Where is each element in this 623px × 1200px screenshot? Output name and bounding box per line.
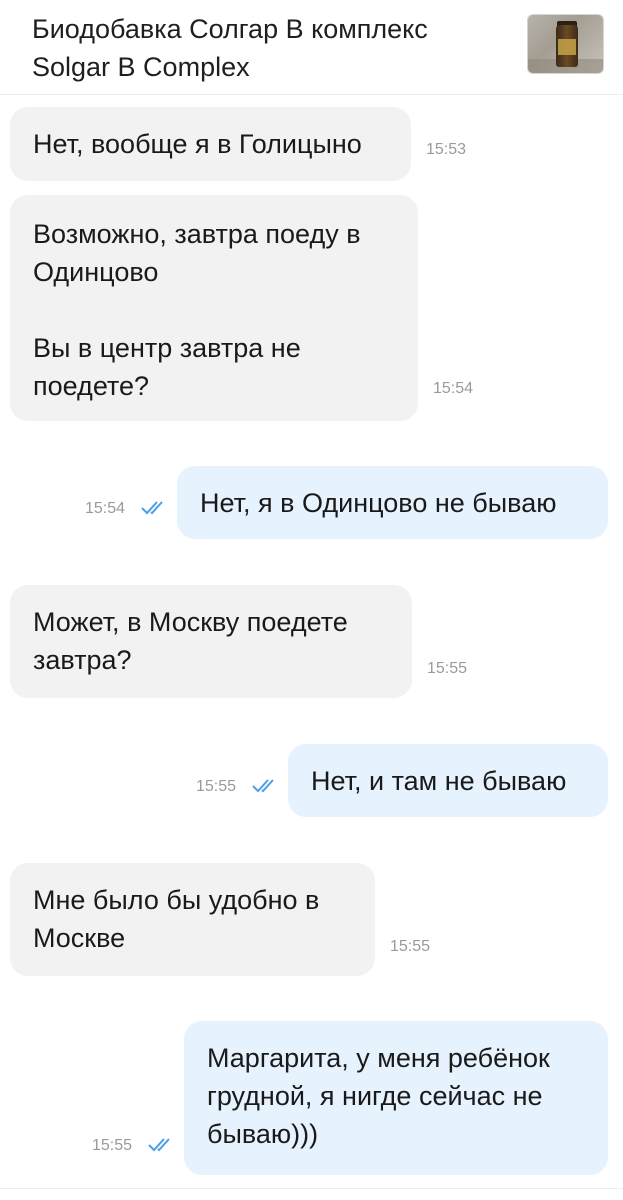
message-bubble-incoming[interactable]: Возможно, завтра поеду в Одинцово Вы в ц… (10, 195, 473, 421)
chat-header: Биодобавка Солгар В комплекс Solgar B Co… (0, 0, 623, 95)
message-bubble-incoming[interactable]: Может, в Москву поедете завтра? 15:55 (10, 585, 467, 698)
bottom-divider (0, 1188, 623, 1189)
message-bubble-outgoing[interactable]: Нет, я в Одинцово не бываю (177, 466, 608, 539)
message-bubble-incoming[interactable]: Нет, вообще я в Голицыно 15:53 (10, 107, 466, 181)
message-text: Возможно, завтра поеду в Одинцово Вы в ц… (33, 219, 361, 401)
message-time: 15:54 (433, 380, 474, 397)
message-text: Нет, и там не бываю (311, 766, 567, 796)
message-bubble-incoming[interactable]: Мне было бы удобно в Москве 15:55 (10, 863, 430, 976)
message-bubble-outgoing[interactable]: Маргарита, у меня ребёнок грудной, я ниг… (184, 1021, 608, 1175)
ad-title[interactable]: Биодобавка Солгар В комплекс Solgar B Co… (32, 10, 502, 86)
message-bubble-outgoing[interactable]: Нет, и там не бываю (288, 744, 608, 817)
message-time: 15:54 (85, 500, 126, 517)
message-text: Нет, я в Одинцово не бываю (200, 488, 557, 518)
read-checkmarks-icon (252, 779, 274, 793)
message-time: 15:53 (426, 141, 467, 158)
message-text: Может, в Москву поедете завтра? (33, 607, 348, 675)
thumbnail-bottle-label (558, 39, 576, 55)
message-text: Маргарита, у меня ребёнок грудной, я ниг… (207, 1043, 550, 1149)
read-checkmarks-icon (148, 1138, 170, 1152)
message-text: Нет, вообще я в Голицыно (33, 129, 362, 159)
message-time: 15:55 (427, 660, 468, 677)
message-time: 15:55 (196, 778, 237, 795)
message-time: 15:55 (390, 938, 431, 955)
message-text: Мне было бы удобно в Москве (33, 885, 320, 953)
product-thumbnail[interactable] (527, 14, 604, 74)
read-checkmarks-icon (141, 501, 163, 515)
message-time: 15:55 (92, 1137, 133, 1154)
